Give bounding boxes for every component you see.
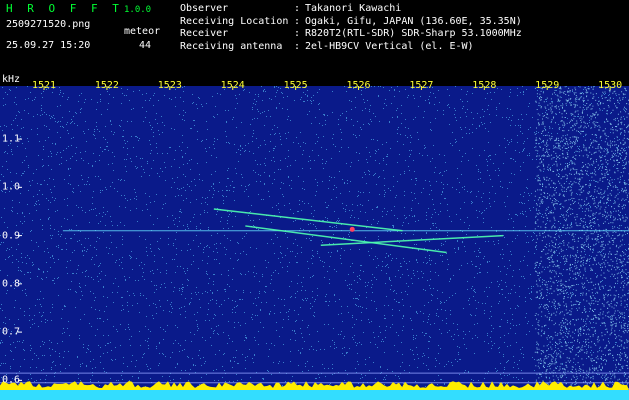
- meteor-echo-head: [349, 226, 355, 232]
- x-tick-label: 1522: [94, 80, 119, 91]
- y-tick-label: 1.0: [2, 181, 21, 193]
- app-title: H R O F F T: [6, 2, 123, 15]
- meteor-count: 44: [139, 40, 152, 51]
- info-key: Receiving Location: [180, 15, 289, 27]
- info-value: Takanori Kawachi: [305, 3, 402, 14]
- capture-datetime: 25.09.27 15:20: [6, 40, 91, 51]
- info-value: R820T2(RTL-SDR) SDR-Sharp 53.1000MHz: [305, 28, 522, 39]
- x-tick-label: 1524: [220, 80, 245, 91]
- x-tick-label: 1530: [598, 80, 623, 91]
- y-tick-label: 0.8: [2, 278, 21, 290]
- y-tick-label: 0.9: [2, 230, 21, 242]
- y-tick-label: 0.7: [2, 326, 21, 338]
- info-key: Receiver: [180, 28, 229, 39]
- capture-filename: 2509271520.png: [6, 19, 91, 30]
- signal-baseline: [0, 390, 629, 400]
- x-tick-label: 1523: [157, 80, 182, 91]
- app-version: 1.0.0: [124, 5, 152, 15]
- spectrogram: [0, 74, 629, 400]
- info-separator: :: [294, 3, 301, 14]
- x-tick-label: 1521: [31, 80, 57, 91]
- info-separator: :: [294, 40, 301, 52]
- meteor-label: meteor: [124, 26, 161, 37]
- x-tick-label: 1525: [283, 80, 308, 91]
- info-value: Ogaki, Gifu, JAPAN (136.60E, 35.35N): [305, 15, 522, 27]
- info-value: 2el-HB9CV Vertical (el. E-W): [305, 40, 474, 52]
- spectrogram-panel: kHz 1521 1522 1523 1524 1525 1526 1527 1528 1529…: [0, 74, 629, 400]
- info-key: Observer: [180, 3, 229, 14]
- y-tick-label: 0.6: [2, 374, 21, 386]
- info-key: Receiving antenna: [180, 40, 283, 52]
- x-tick-label: 1527: [409, 80, 434, 91]
- info-separator: :: [294, 28, 301, 39]
- x-tick-label: 1526: [346, 80, 371, 91]
- x-tick-label: 1528: [472, 80, 497, 91]
- header-panel: H R O F F T 1.0.0 2509271520.png 25.09.2…: [0, 0, 629, 74]
- y-tick-label: 1.1: [2, 133, 21, 145]
- info-separator: :: [294, 15, 301, 27]
- x-tick-label: 1529: [535, 80, 560, 91]
- y-axis-unit: kHz: [2, 74, 21, 85]
